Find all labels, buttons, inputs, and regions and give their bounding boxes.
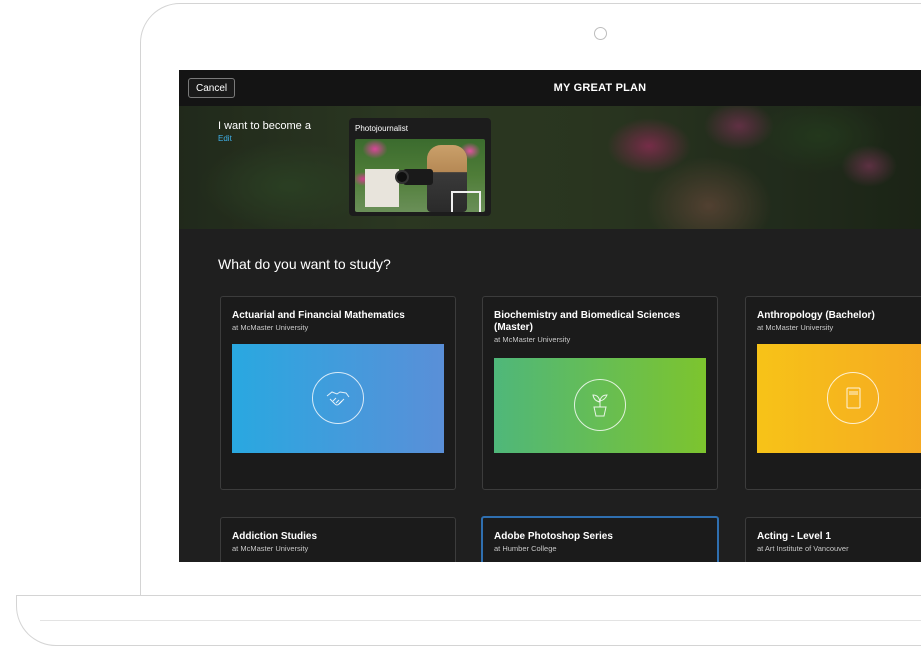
camera-lens (395, 170, 409, 184)
hero-banner: I want to become a Edit Photojournalist (179, 106, 921, 229)
program-image (494, 358, 706, 453)
page-title: MY GREAT PLAN (553, 82, 647, 94)
program-school: at Art Institute of Vancouver (757, 544, 849, 553)
laptop-base (16, 596, 921, 646)
program-card[interactable]: Addiction Studies at McMaster University (220, 517, 456, 562)
career-title: Photojournalist (355, 124, 408, 133)
study-heading: What do you want to study? (218, 256, 391, 272)
handshake-icon (312, 372, 364, 424)
program-title: Acting - Level 1 (757, 531, 831, 542)
program-school: at McMaster University (232, 323, 309, 332)
career-card[interactable]: Photojournalist (349, 118, 491, 216)
program-school: at Humber College (494, 544, 557, 553)
book-icon (827, 372, 879, 424)
app-screen: Cancel MY GREAT PLAN I want to become a … (179, 70, 921, 562)
program-title: Addiction Studies (232, 531, 317, 542)
program-school: at McMaster University (232, 544, 309, 553)
photo-chair (451, 191, 481, 212)
top-bar: Cancel MY GREAT PLAN (179, 70, 921, 106)
program-image (232, 344, 444, 453)
edit-career-link[interactable]: Edit (218, 134, 232, 143)
photo-house (365, 169, 399, 207)
laptop-base-edge (40, 620, 921, 621)
program-image (757, 344, 921, 453)
program-card[interactable]: Acting - Level 1 at Art Institute of Van… (745, 517, 921, 562)
program-title: Anthropology (Bachelor) (757, 310, 875, 321)
program-school: at McMaster University (494, 335, 571, 344)
program-title: Biochemistry and Biomedical Sciences (Ma… (494, 310, 681, 333)
program-school: at McMaster University (757, 323, 834, 332)
webcam-icon (594, 27, 607, 40)
program-title: Adobe Photoshop Series (494, 531, 613, 542)
career-photo (355, 139, 485, 212)
program-card[interactable]: Biochemistry and Biomedical Sciences (Ma… (482, 296, 718, 490)
program-title: Actuarial and Financial Mathematics (232, 310, 405, 321)
program-card-selected[interactable]: Adobe Photoshop Series at Humber College (481, 516, 719, 562)
program-card[interactable]: Actuarial and Financial Mathematics at M… (220, 296, 456, 490)
career-intro-text: I want to become a (218, 120, 311, 132)
program-card[interactable]: Anthropology (Bachelor) at McMaster Univ… (745, 296, 921, 490)
plant-icon (574, 379, 626, 431)
